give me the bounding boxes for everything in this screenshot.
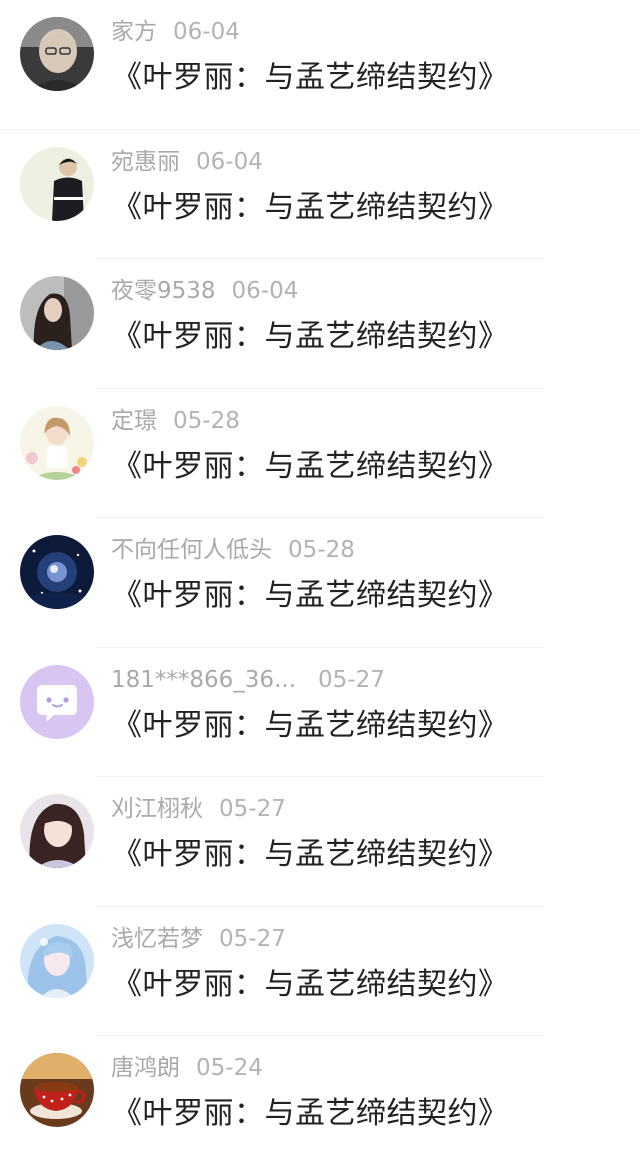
- list-item[interactable]: 唐鸿朗 05-24 《叶罗丽：与孟艺缔结契约》: [0, 1036, 640, 1166]
- list-item[interactable]: 浅忆若梦 05-27 《叶罗丽：与孟艺缔结契约》: [0, 907, 640, 1036]
- avatar[interactable]: [20, 276, 94, 350]
- comment-title[interactable]: 《叶罗丽：与孟艺缔结契约》: [112, 576, 509, 616]
- comment-date: 06-04: [196, 148, 263, 175]
- list-item[interactable]: 定璟 05-28 《叶罗丽：与孟艺缔结契约》: [0, 389, 640, 518]
- comment-meta: 不向任何人低头 05-28: [111, 533, 355, 567]
- username[interactable]: 唐鸿朗: [111, 1055, 180, 1081]
- comment-meta: 家方 06-04: [111, 15, 240, 49]
- comment-title[interactable]: 《叶罗丽：与孟艺缔结契约》: [112, 58, 509, 98]
- elderly-man-avatar: [20, 17, 94, 91]
- list-item[interactable]: 181***866_36... 05-27 《叶罗丽：与孟艺缔结契约》: [0, 648, 640, 777]
- avatar[interactable]: [20, 535, 94, 609]
- comment-date: 05-27: [219, 925, 286, 952]
- username[interactable]: 夜零9538: [111, 278, 216, 304]
- comment-meta: 宛惠丽 06-04: [111, 145, 263, 179]
- avatar[interactable]: [20, 1053, 94, 1127]
- boy-black-jacket-avatar: [20, 146, 94, 221]
- comment-date: 05-27: [318, 666, 385, 693]
- default-chat-bubble-avatar: [20, 664, 94, 739]
- username[interactable]: 刈江栩秋: [111, 796, 203, 822]
- list-item[interactable]: 刈江栩秋 05-27 《叶罗丽：与孟艺缔结契约》: [0, 777, 640, 907]
- username[interactable]: 不向任何人低头: [111, 537, 272, 563]
- comment-title[interactable]: 《叶罗丽：与孟艺缔结契约》: [112, 317, 509, 357]
- comment-title[interactable]: 《叶罗丽：与孟艺缔结契约》: [112, 835, 509, 875]
- username[interactable]: 家方: [111, 19, 157, 45]
- comment-meta: 刈江栩秋 05-27: [111, 792, 286, 826]
- username[interactable]: 宛惠丽: [111, 149, 180, 175]
- anime-blue-doll-avatar: [20, 923, 94, 998]
- list-item[interactable]: 家方 06-04 《叶罗丽：与孟艺缔结契约》: [0, 0, 640, 130]
- avatar[interactable]: [20, 17, 94, 91]
- comment-list: 家方 06-04 《叶罗丽：与孟艺缔结契约》 宛惠丽 06-04 《叶罗丽：与孟艺缔…: [0, 0, 640, 1166]
- comment-date: 06-04: [173, 19, 240, 45]
- list-item[interactable]: 宛惠丽 06-04 《叶罗丽：与孟艺缔结契约》: [0, 130, 640, 259]
- username[interactable]: 浅忆若梦: [111, 926, 203, 952]
- red-teacup-avatar: [20, 1053, 94, 1127]
- username[interactable]: 定璟: [111, 408, 157, 434]
- comment-meta: 夜零9538 06-04: [111, 274, 298, 308]
- long-hair-girl-avatar: [20, 276, 94, 350]
- comment-meta: 唐鸿朗 05-24: [111, 1051, 263, 1085]
- comment-meta: 浅忆若梦 05-27: [111, 922, 286, 956]
- list-item[interactable]: 夜零9538 06-04 《叶罗丽：与孟艺缔结契约》: [0, 259, 640, 389]
- avatar[interactable]: [20, 405, 94, 480]
- comment-date: 06-04: [231, 278, 299, 304]
- list-item[interactable]: 不向任何人低头 05-28 《叶罗丽：与孟艺缔结契约》: [0, 518, 640, 648]
- avatar[interactable]: [20, 923, 94, 998]
- galaxy-avatar: [20, 535, 94, 609]
- comment-date: 05-28: [173, 407, 240, 434]
- anime-flower-girl-avatar: [20, 405, 94, 480]
- comment-meta: 定璟 05-28: [111, 404, 240, 438]
- comment-title[interactable]: 《叶罗丽：与孟艺缔结契约》: [112, 447, 509, 487]
- avatar[interactable]: [20, 146, 94, 221]
- comment-date: 05-24: [196, 1055, 263, 1081]
- username[interactable]: 181***866_36...: [111, 667, 296, 693]
- anime-dark-hair-girl-avatar: [20, 794, 94, 868]
- comment-date: 05-28: [288, 537, 355, 563]
- comment-title[interactable]: 《叶罗丽：与孟艺缔结契约》: [112, 188, 509, 228]
- comment-title[interactable]: 《叶罗丽：与孟艺缔结契约》: [112, 1094, 509, 1134]
- comment-date: 05-27: [219, 796, 286, 822]
- avatar[interactable]: [20, 664, 94, 739]
- comment-title[interactable]: 《叶罗丽：与孟艺缔结契约》: [112, 965, 509, 1005]
- avatar[interactable]: [20, 794, 94, 868]
- comment-title[interactable]: 《叶罗丽：与孟艺缔结契约》: [112, 706, 509, 746]
- comment-meta: 181***866_36... 05-27: [111, 663, 385, 697]
